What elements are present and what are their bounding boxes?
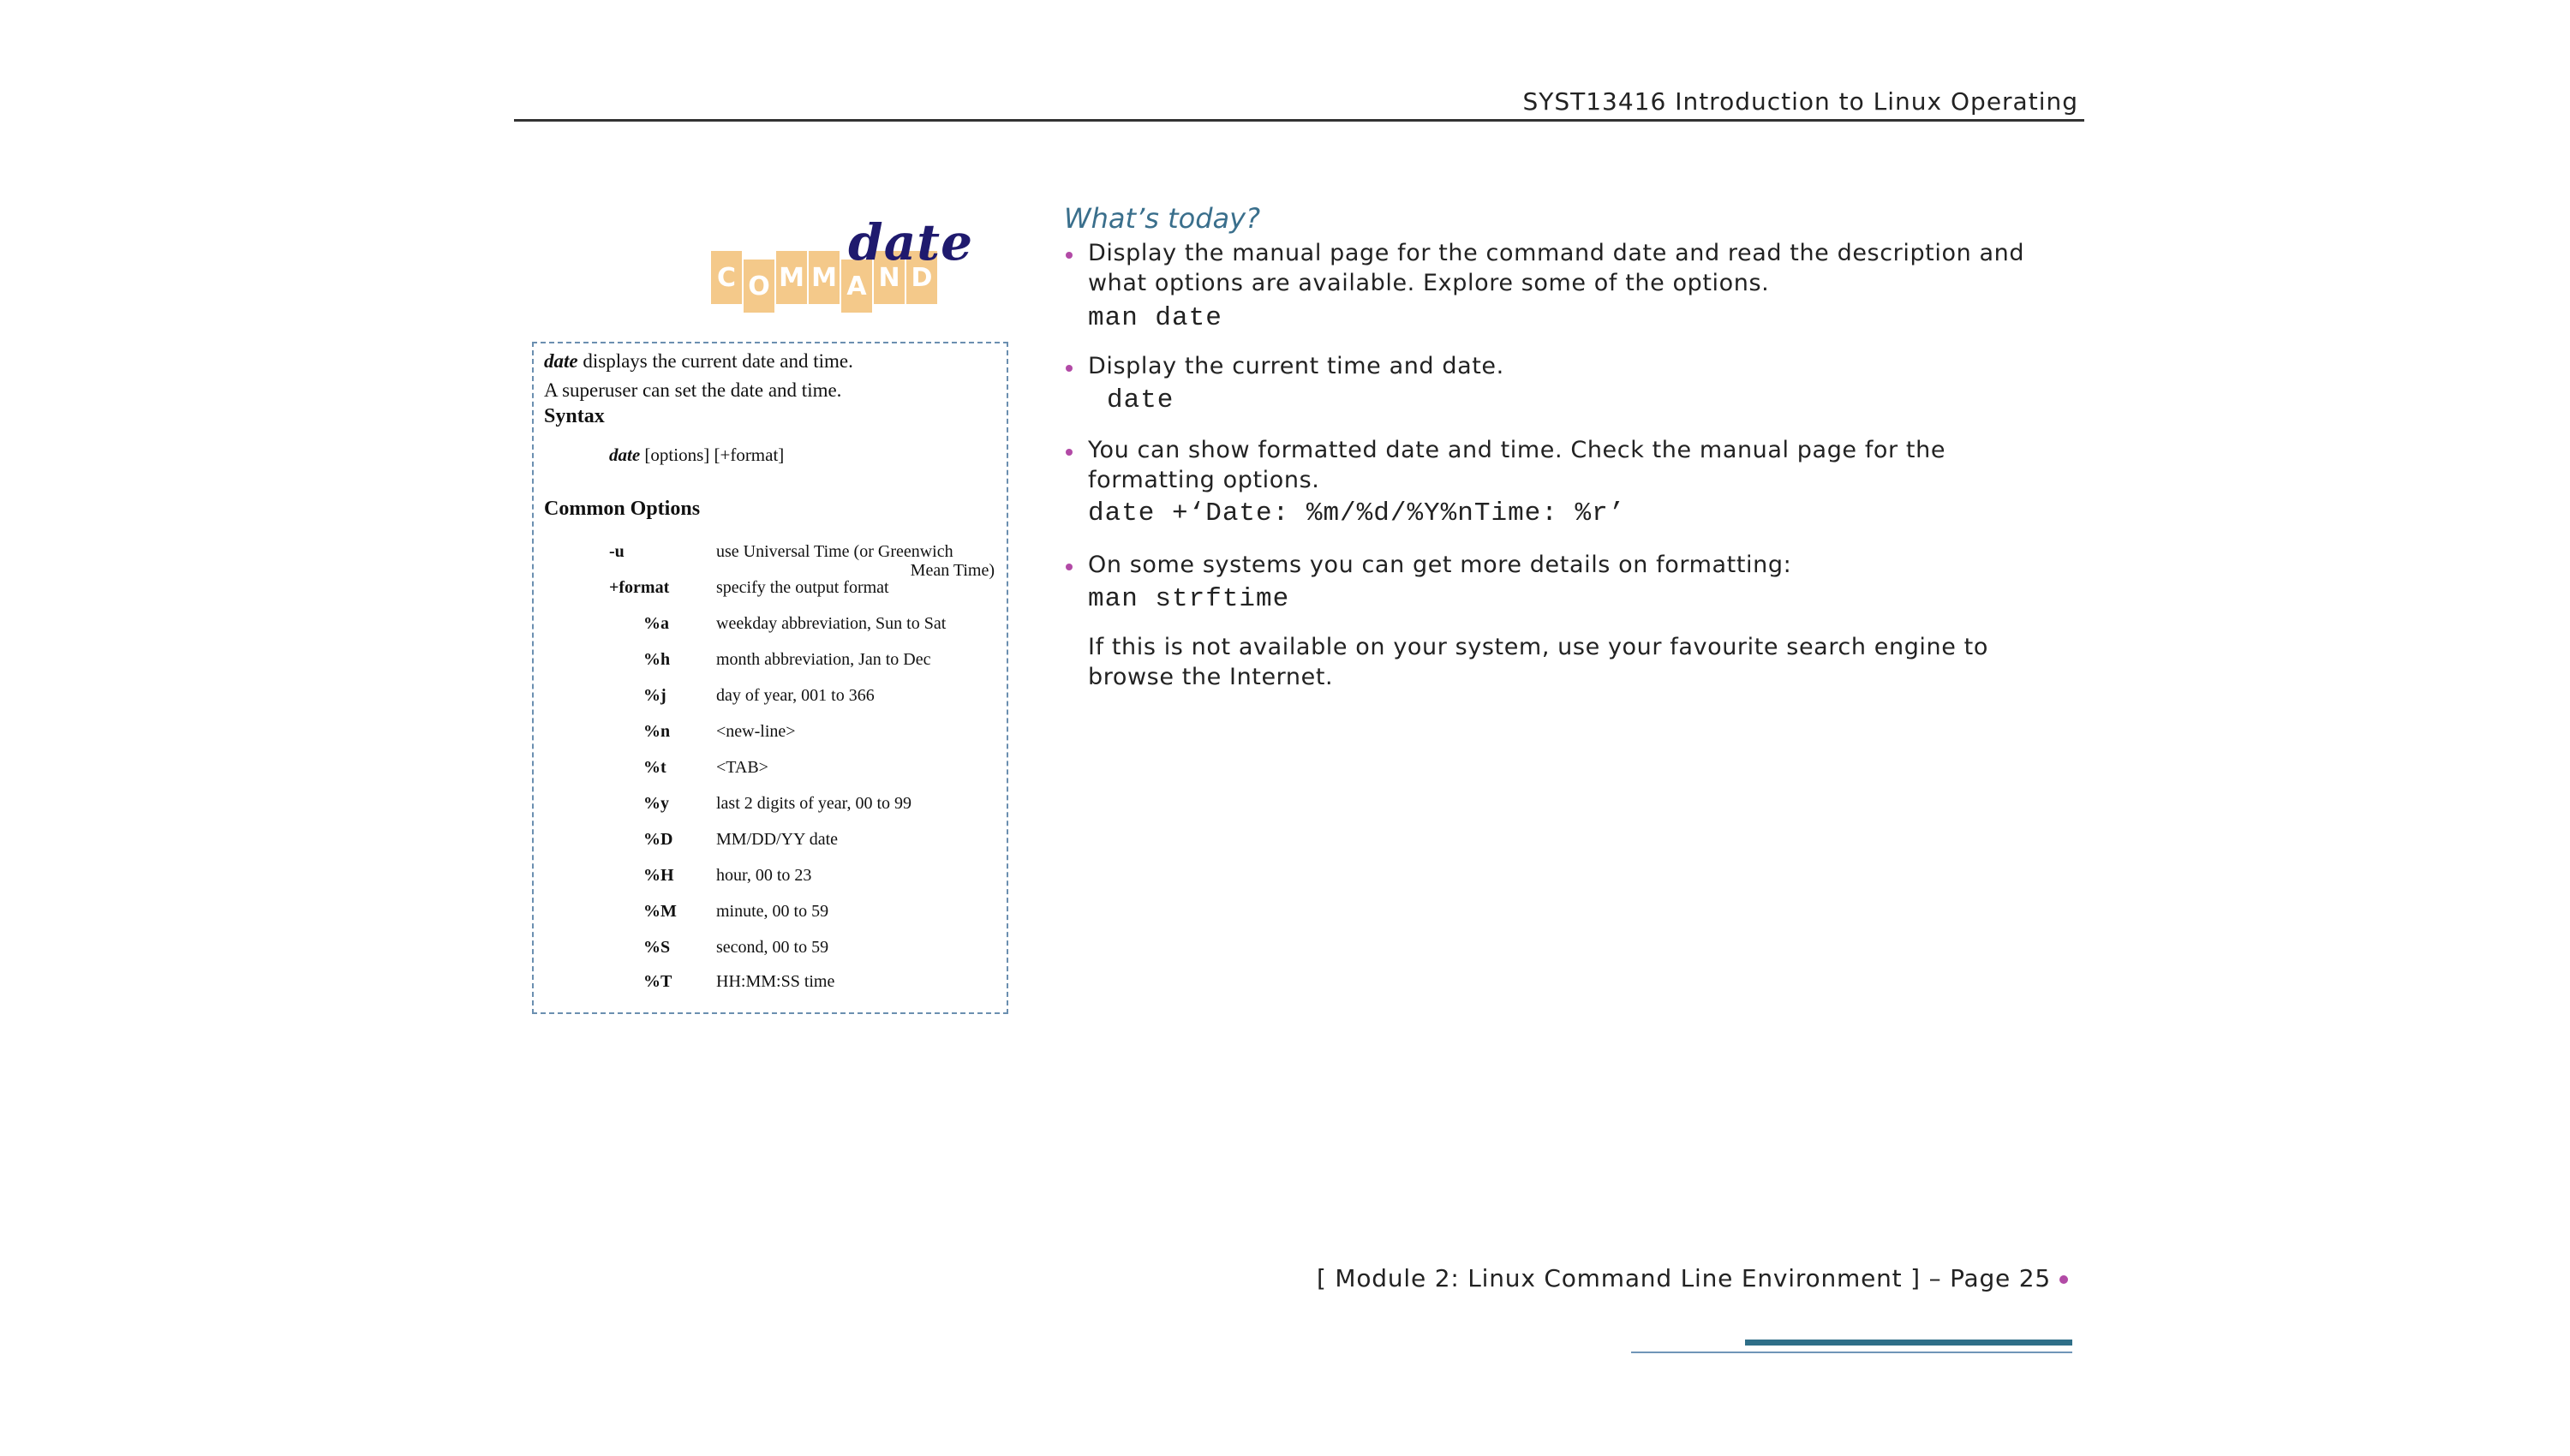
option-flag: -u [609, 542, 625, 561]
option-flag: %D [643, 830, 673, 849]
intro-line-2: A superuser can set the date and time. [544, 379, 842, 401]
intro-text: displays the current date and time. [577, 350, 853, 372]
date-reference-box: date displays the current date and time.… [532, 342, 1008, 1014]
option-row: %j day of year, 001 to 366 [534, 686, 1007, 712]
bullet-text-line: browse the Internet. [1088, 664, 1334, 690]
bullet-icon [1066, 252, 1073, 259]
option-description: day of year, 001 to 366 [716, 686, 875, 705]
option-row: %t <TAB> [534, 758, 1007, 784]
syntax-line: date [options] [+format] [609, 445, 784, 466]
option-flag: %S [643, 938, 671, 957]
option-description: weekday abbreviation, Sun to Sat [716, 614, 947, 633]
command-example: date [1107, 385, 1174, 415]
option-row: %n <new-line> [534, 722, 1007, 748]
bullet-followup-text: If this is not available on your system,… [1088, 632, 1988, 692]
option-flag: %n [643, 722, 671, 741]
bullet-text-line: formatting options. [1088, 467, 1320, 493]
footer-bullet-icon [2059, 1275, 2068, 1284]
syntax-args: [options] [+format] [640, 445, 785, 465]
document-header-title: SYST13416 Introduction to Linux Operatin… [1522, 87, 2078, 116]
bullet-text: You can show formatted date and time. Ch… [1088, 435, 1945, 495]
bullet-text: Display the manual page for the command … [1088, 238, 2024, 298]
option-row: %a weekday abbreviation, Sun to Sat [534, 614, 1007, 640]
date-command-logo: C O M M A N D date [711, 213, 977, 313]
command-example: man date [1088, 303, 1222, 333]
logo-word: date [848, 213, 973, 272]
option-row: %D MM/DD/YY date [534, 830, 1007, 856]
option-description: <new-line> [716, 722, 796, 741]
option-flag: %h [643, 650, 671, 669]
logo-tile: C [711, 251, 742, 304]
option-row: %h month abbreviation, Jan to Dec [534, 650, 1007, 676]
bullet-text-line: Display the current time and date. [1088, 353, 1504, 379]
bullet-icon [1066, 449, 1073, 456]
option-row: %y last 2 digits of year, 00 to 99 [534, 794, 1007, 820]
bullet-text-line: You can show formatted date and time. Ch… [1088, 437, 1946, 463]
bullet-text-line: what options are available. Explore some… [1088, 270, 1770, 296]
option-flag: %T [643, 972, 672, 991]
intro-line: date displays the current date and time. [544, 350, 853, 373]
option-description: specify the output format [716, 578, 889, 597]
option-flag: %M [643, 902, 677, 921]
bullet-icon [1066, 564, 1073, 570]
option-description: MM/DD/YY date [716, 830, 839, 849]
logo-tile: O [744, 260, 774, 313]
option-description: month abbreviation, Jan to Dec [716, 650, 931, 669]
header-divider [514, 119, 2084, 122]
page-footer-text: [ Module 2: Linux Command Line Environme… [1316, 1264, 2051, 1292]
command-example: date +‘Date: %m/%d/%Y%nTime: %r’ [1088, 498, 1626, 528]
option-description: second, 00 to 59 [716, 938, 829, 957]
logo-tile: M [776, 251, 807, 304]
bullet-text-line: If this is not available on your system,… [1088, 634, 1988, 660]
option-flag: %t [643, 758, 666, 777]
syntax-command: date [609, 445, 641, 465]
option-description: minute, 00 to 59 [716, 902, 829, 921]
option-flag: +format [609, 578, 670, 597]
option-row: +format specify the output format [534, 578, 1007, 604]
option-flag: %y [643, 794, 669, 813]
option-row: %T HH:MM:SS time [534, 972, 1007, 998]
intro-command: date [544, 350, 578, 372]
option-description: last 2 digits of year, 00 to 99 [716, 794, 912, 813]
section-title: What’s today? [1064, 202, 1261, 235]
option-description: hour, 00 to 23 [716, 866, 812, 885]
option-flag: %H [643, 866, 674, 885]
logo-tile: M [809, 251, 840, 304]
footer-divider [1631, 1352, 2072, 1353]
command-example: man strftime [1088, 584, 1290, 614]
option-row: %M minute, 00 to 59 [534, 902, 1007, 928]
option-row: %H hour, 00 to 23 [534, 866, 1007, 892]
option-flag: %j [643, 686, 666, 705]
option-description: use Universal Time (or Greenwich [716, 542, 953, 561]
bullet-text: Display the current time and date. [1088, 351, 1504, 381]
option-description: HH:MM:SS time [716, 972, 835, 991]
option-description: <TAB> [716, 758, 768, 777]
option-flag: %a [643, 614, 669, 633]
bullet-icon [1066, 365, 1073, 372]
options-heading: Common Options [544, 498, 701, 520]
bullet-text: On some systems you can get more details… [1088, 550, 1791, 580]
bullet-text-line: On some systems you can get more details… [1088, 552, 1792, 578]
footer-accent-bar [1745, 1340, 2072, 1346]
option-row: %S second, 00 to 59 [534, 938, 1007, 964]
option-row: -u use Universal Time (or Greenwich Mean… [534, 542, 1007, 580]
bullet-text-line: Display the manual page for the command … [1088, 240, 2025, 266]
syntax-heading: Syntax [544, 405, 605, 427]
